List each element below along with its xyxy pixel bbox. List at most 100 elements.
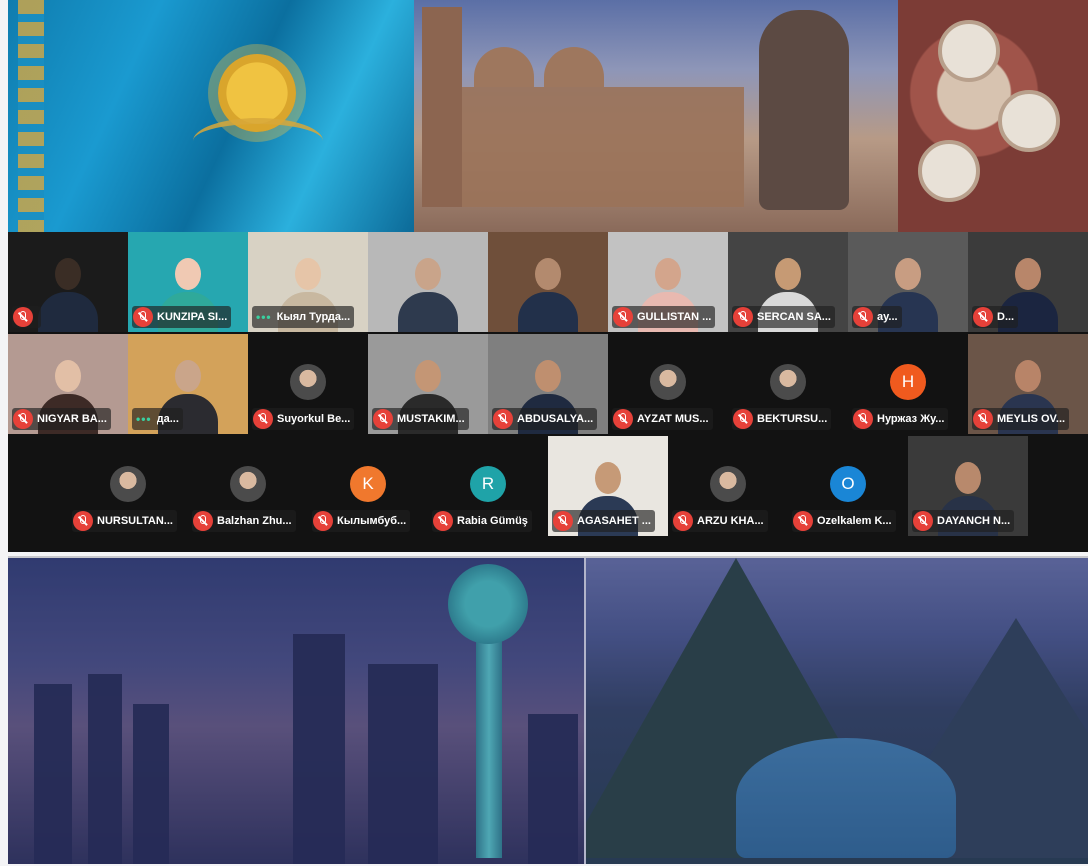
participant-tile[interactable]: ay... (848, 232, 968, 332)
flag-eagle (193, 118, 323, 164)
person-head (535, 360, 561, 392)
participant-tile[interactable]: ABDUSALYA... (488, 334, 608, 434)
participant-tile[interactable]: D... (968, 232, 1088, 332)
participant-name: Нуржаз Жу... (877, 413, 945, 425)
participant-tile[interactable] (8, 232, 128, 332)
participant-name: Balzhan Zhu... (217, 515, 292, 527)
participant-tile[interactable]: R Rabia Gümüş (428, 436, 548, 536)
fortress-dome (544, 47, 604, 87)
participant-nametag: AGASAHET ... (552, 510, 655, 532)
participant-name: NURSULTAN... (97, 515, 173, 527)
participant-initial-avatar: K (350, 466, 386, 502)
participant-tile[interactable]: SERCAN SA... (728, 232, 848, 332)
person-body (38, 292, 98, 332)
participant-nametag (12, 306, 41, 328)
participant-name: GULLISTAN ... (637, 311, 712, 323)
participant-tile[interactable]: O Ozelkalem K... (788, 436, 908, 536)
participant-name: BEKTURSU... (757, 413, 828, 425)
mic-muted-icon (493, 409, 513, 429)
person-head (595, 462, 621, 494)
mic-muted-icon (913, 511, 933, 531)
mic-muted-icon (253, 409, 273, 429)
participant-tile[interactable]: MEYLIS OV... (968, 334, 1088, 434)
participant-tile[interactable]: ••• Кыял Турда... (248, 232, 368, 332)
participant-initial-avatar: O (830, 466, 866, 502)
participant-name: MUSTAKIM... (397, 413, 465, 425)
person-head (1015, 360, 1041, 392)
participant-nametag: GULLISTAN ... (612, 306, 716, 328)
participant-tile[interactable]: DAYANCH N... (908, 436, 1028, 536)
person-silhouette (518, 252, 578, 332)
participant-tile[interactable]: NURSULTAN... (68, 436, 188, 536)
mic-muted-icon (673, 511, 693, 531)
participant-tile[interactable]: GULLISTAN ... (608, 232, 728, 332)
participant-name: KUNZIPA SI... (157, 311, 228, 323)
participant-video (488, 232, 608, 332)
participant-tile[interactable]: ••• да... (128, 334, 248, 434)
participant-tile[interactable]: MUSTAKIM... (368, 334, 488, 434)
ancient-fortress-image (414, 0, 898, 232)
person-head (895, 258, 921, 290)
person-head (295, 258, 321, 290)
fortress-wall (424, 87, 744, 207)
person-head (535, 258, 561, 290)
participant-tile[interactable]: ARZU KHA... (668, 436, 788, 536)
mic-muted-icon (13, 409, 33, 429)
participant-tile[interactable]: AYZAT MUS... (608, 334, 728, 434)
participant-name: Suyorkul Be... (277, 413, 351, 425)
participant-name: SERCAN SA... (757, 311, 831, 323)
participant-name: MEYLIS OV... (997, 413, 1066, 425)
mic-muted-icon (973, 409, 993, 429)
mic-muted-icon (133, 307, 153, 327)
participant-name: AGASAHET ... (577, 515, 651, 527)
participant-nametag: MUSTAKIM... (372, 408, 469, 430)
participant-nametag: D... (972, 306, 1019, 328)
participant-tile[interactable]: Suyorkul Be... (248, 334, 368, 434)
participant-photo-avatar (230, 466, 266, 502)
mic-muted-icon (733, 409, 753, 429)
mic-muted-icon (553, 511, 573, 531)
mic-muted-icon (613, 307, 633, 327)
participant-name: DAYANCH N... (937, 515, 1011, 527)
mic-muted-icon (373, 409, 393, 429)
participant-nametag: Кылымбуб... (312, 510, 411, 532)
participant-name: ARZU KHA... (697, 515, 764, 527)
participant-nametag: ARZU KHA... (672, 510, 768, 532)
person-head (1015, 258, 1041, 290)
participant-nametag: ay... (852, 306, 902, 328)
mic-muted-icon (433, 511, 453, 531)
participant-photo-avatar (110, 466, 146, 502)
participant-tile[interactable]: AGASAHET ... (548, 436, 668, 536)
participant-nametag: ABDUSALYA... (492, 408, 598, 430)
participant-nametag: BEKTURSU... (732, 408, 832, 430)
bottom-photo-banner (8, 556, 1088, 864)
photo-tint-overlay (8, 558, 1088, 864)
speaking-dots-icon: ••• (256, 310, 272, 324)
participant-tile[interactable]: Balzhan Zhu... (188, 436, 308, 536)
participant-tile[interactable]: NIGYAR BA... (8, 334, 128, 434)
participant-tile[interactable] (488, 232, 608, 332)
fortress-tower (422, 7, 462, 207)
participant-tile[interactable]: K Кылымбуб... (308, 436, 428, 536)
food-plate (998, 90, 1060, 152)
participant-name: ay... (877, 311, 898, 323)
participant-tile[interactable]: H Нуржаз Жу... (848, 334, 968, 434)
person-head (55, 258, 81, 290)
kazakhstan-flag-image (8, 0, 414, 232)
participant-tile[interactable]: BEKTURSU... (728, 334, 848, 434)
mic-muted-icon (733, 307, 753, 327)
participant-nametag: SERCAN SA... (732, 306, 835, 328)
mic-muted-icon (853, 307, 873, 327)
participant-name: Кылымбуб... (337, 515, 407, 527)
person-silhouette (398, 252, 458, 332)
food-plate (918, 140, 980, 202)
video-conference-grid: KUNZIPA SI... ••• Кыял Турда... GULLISTAN .… (8, 232, 1088, 552)
participant-nametag: ••• Кыял Турда... (252, 306, 355, 328)
participant-nametag: Suyorkul Be... (252, 408, 355, 430)
warrior-statue (759, 10, 849, 210)
participant-nametag: KUNZIPA SI... (132, 306, 232, 328)
mic-muted-icon (793, 511, 813, 531)
participant-tile[interactable]: KUNZIPA SI... (128, 232, 248, 332)
participant-tile[interactable] (368, 232, 488, 332)
traditional-food-image (898, 0, 1088, 232)
